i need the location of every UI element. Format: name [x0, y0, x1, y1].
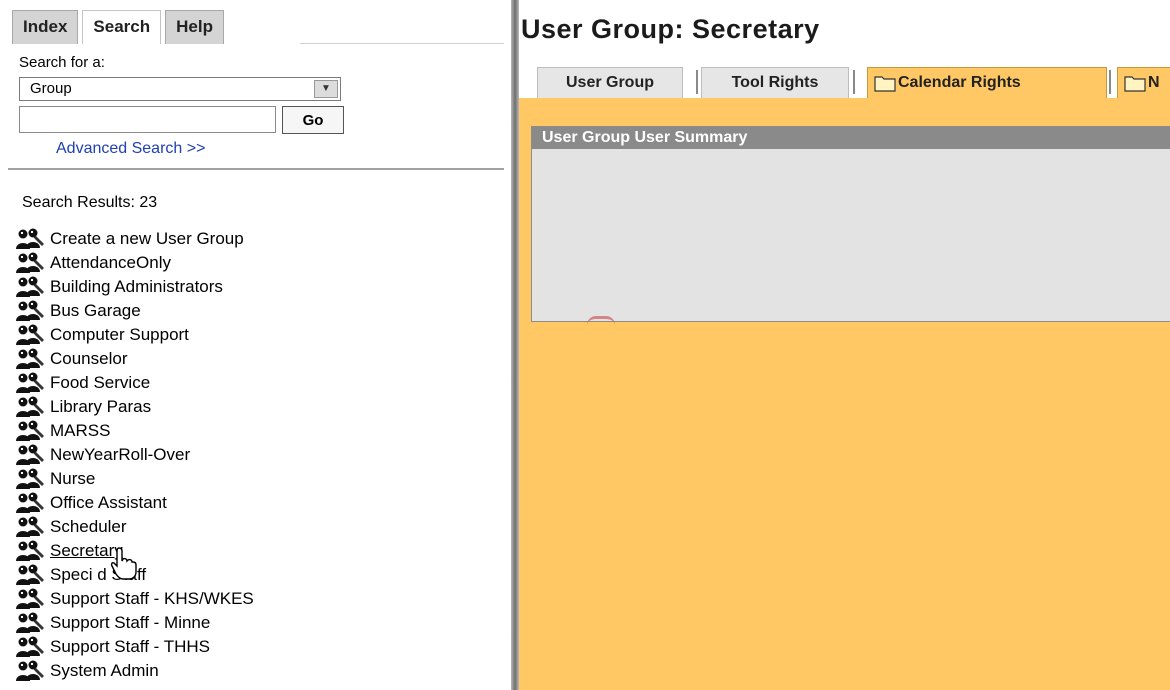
user-group-icon	[14, 228, 48, 250]
tab-next-label: N	[1148, 74, 1160, 91]
user-group-icon	[14, 516, 48, 538]
list-item-label[interactable]: Office Assistant	[50, 491, 167, 515]
search-type-select[interactable]: Group ▼	[19, 77, 341, 101]
tab-calendar-rights[interactable]: Calendar Rights	[867, 67, 1107, 98]
user-summary-panel: User Group User Summary	[531, 126, 1170, 322]
user-group-icon	[14, 396, 48, 418]
user-group-icon	[14, 636, 48, 658]
tab-tool-rights[interactable]: Tool Rights	[701, 67, 849, 98]
left-tabs: Index Search Help	[12, 10, 228, 44]
user-group-icon	[14, 492, 48, 514]
list-item-label[interactable]: Food Service	[50, 371, 150, 395]
go-button[interactable]: Go	[282, 106, 344, 134]
list-item-label[interactable]: Support Staff - KHS/WKES	[50, 587, 254, 611]
title-bar: User Group: Secretary	[519, 0, 1170, 60]
user-group-icon	[14, 444, 48, 466]
list-item-label[interactable]: Scheduler	[50, 515, 127, 539]
user-group-icon	[14, 612, 48, 634]
list-item-label[interactable]: System Admin	[50, 659, 159, 683]
pane-splitter[interactable]	[511, 0, 519, 690]
list-item[interactable]: Support Staff - Minne	[14, 611, 254, 635]
folder-icon	[1124, 74, 1146, 92]
list-item[interactable]: Counselor	[14, 347, 254, 371]
search-results-list: Create a new User Group AttendanceOnly B…	[14, 227, 254, 683]
list-item[interactable]: Create a new User Group	[14, 227, 254, 251]
list-item[interactable]: AttendanceOnly	[14, 251, 254, 275]
tab-separator	[696, 70, 698, 94]
user-group-icon	[14, 300, 48, 322]
list-item[interactable]: Food Service	[14, 371, 254, 395]
list-item-label[interactable]: Nurse	[50, 467, 95, 491]
search-results-count: Search Results: 23	[22, 194, 158, 211]
list-item-label[interactable]: Create a new User Group	[50, 227, 244, 251]
list-item-label[interactable]: NewYearRoll-Over	[50, 443, 190, 467]
tab-separator	[1109, 70, 1111, 94]
tab-user-group[interactable]: User Group	[537, 67, 683, 98]
chevron-down-icon[interactable]: ▼	[314, 80, 338, 98]
list-item[interactable]: Bus Garage	[14, 299, 254, 323]
list-item[interactable]: System Admin	[14, 659, 254, 683]
list-item-label[interactable]: Computer Support	[50, 323, 189, 347]
user-group-icon	[14, 372, 48, 394]
search-for-label: Search for a:	[19, 54, 105, 71]
list-item-label[interactable]: Building Administrators	[50, 275, 223, 299]
user-group-icon	[14, 252, 48, 274]
hand-pointer-icon	[110, 547, 137, 580]
list-item-label[interactable]: Support Staff - Minne	[50, 611, 210, 635]
list-item[interactable]: Building Administrators	[14, 275, 254, 299]
list-item[interactable]: Nurse	[14, 467, 254, 491]
user-group-icon	[14, 348, 48, 370]
panel-title: User Group User Summary	[532, 127, 1170, 149]
search-input[interactable]	[19, 106, 276, 133]
panel-edge-mark	[587, 316, 615, 325]
search-panel: Search for a: Group ▼ Go Advanced Search…	[8, 44, 504, 170]
tab-next[interactable]: N	[1117, 67, 1170, 98]
search-type-value: Group	[30, 80, 72, 97]
list-item-label[interactable]: Bus Garage	[50, 299, 141, 323]
tab-separator	[853, 70, 855, 94]
main-content-pane: User Group: Secretary User Group Tool Ri…	[519, 0, 1170, 690]
left-navigation-pane: Index Search Help Search for a: Group ▼ …	[0, 0, 511, 690]
list-item-label[interactable]: Counselor	[50, 347, 128, 371]
user-group-icon	[14, 564, 48, 586]
list-item-label[interactable]: MARSS	[50, 419, 110, 443]
user-group-icon	[14, 540, 48, 562]
user-group-icon	[14, 324, 48, 346]
list-item-label[interactable]: Library Paras	[50, 395, 151, 419]
user-group-icon	[14, 468, 48, 490]
list-item-label[interactable]: AttendanceOnly	[50, 251, 171, 275]
folder-icon	[874, 74, 896, 92]
tab-search[interactable]: Search	[82, 10, 162, 44]
list-item[interactable]: MARSS	[14, 419, 254, 443]
user-group-icon	[14, 276, 48, 298]
detail-tabs: User Group Tool Rights Calendar Rights N	[519, 60, 1170, 98]
user-group-icon	[14, 660, 48, 682]
list-item[interactable]: Office Assistant	[14, 491, 254, 515]
advanced-search-link[interactable]: Advanced Search >>	[56, 140, 205, 158]
tab-calendar-rights-label: Calendar Rights	[898, 74, 1021, 91]
user-group-icon	[14, 420, 48, 442]
list-item[interactable]: Library Paras	[14, 395, 254, 419]
list-item[interactable]: Support Staff - THHS	[14, 635, 254, 659]
search-divider	[8, 168, 504, 170]
user-group-icon	[14, 588, 48, 610]
page-title: User Group: Secretary	[521, 14, 820, 44]
list-item[interactable]: Scheduler	[14, 515, 254, 539]
list-item-label[interactable]: Support Staff - THHS	[50, 635, 210, 659]
tab-index[interactable]: Index	[12, 10, 79, 44]
list-item[interactable]: Support Staff - KHS/WKES	[14, 587, 254, 611]
list-item[interactable]: Computer Support	[14, 323, 254, 347]
tab-help[interactable]: Help	[165, 10, 224, 44]
list-item[interactable]: NewYearRoll-Over	[14, 443, 254, 467]
